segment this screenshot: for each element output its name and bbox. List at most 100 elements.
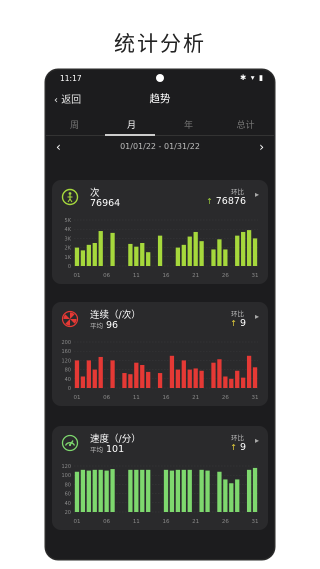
y-tick-label: 160 [61, 349, 71, 355]
x-tick-label: 06 [103, 273, 110, 279]
bar [98, 356, 103, 388]
bar [252, 467, 258, 512]
bar [187, 369, 192, 388]
bar [98, 231, 103, 266]
bar [217, 359, 222, 388]
bar [235, 235, 240, 266]
date-selector: ‹ 01/01/22 - 01/31/22 › [46, 136, 274, 158]
bar [205, 470, 210, 512]
bar [122, 373, 127, 388]
bar [86, 470, 91, 512]
bar [175, 469, 181, 512]
bar [241, 231, 246, 266]
y-tick-label: 5K [65, 218, 72, 224]
count-bar-chart: 5K 4K 3K 2K 1K 001 06 11 16 21 26 31 [65, 218, 259, 279]
bar [110, 469, 115, 512]
bar [128, 243, 133, 266]
status-time: 11:17 [60, 74, 82, 83]
bar [211, 249, 216, 266]
x-tick-label: 06 [103, 519, 110, 525]
bar [134, 246, 139, 266]
x-tick-label: 31 [252, 395, 259, 401]
bar [169, 470, 175, 512]
bar [193, 231, 198, 266]
bar [86, 360, 91, 388]
bar [86, 244, 91, 266]
phone-screen: 11:17 ✱ ▾ ▮ ‹ 返回 趋势 周 月 年 总计 ‹ 01/01/22 … [46, 70, 274, 559]
y-tick-label: 60 [65, 492, 71, 498]
y-tick-label: 80 [65, 482, 71, 488]
bar [193, 368, 198, 388]
next-period-button[interactable]: › [259, 140, 264, 154]
bar [217, 239, 222, 266]
bar [187, 469, 192, 512]
bar [140, 243, 145, 266]
bar [181, 469, 186, 512]
tab-week[interactable]: 周 [46, 110, 103, 136]
x-tick-label: 06 [103, 395, 110, 401]
speed-bar-chart: 120 100 80 60 40 2001 06 11 16 21 26 31 [61, 464, 259, 525]
bar [74, 360, 80, 388]
bar [134, 469, 139, 512]
bar [128, 374, 133, 388]
card-speed[interactable]: 速度（/分） 平均 101 环比 ↑ 9 ▸ 120 100 80 60 40 20 01 06 1… [52, 426, 268, 530]
y-tick-label: 3K [65, 236, 72, 242]
y-tick-label: 120 [61, 464, 71, 470]
tab-month[interactable]: 月 [103, 110, 160, 136]
x-tick-label: 16 [163, 519, 170, 525]
promo-title: 统计分析 [114, 32, 206, 56]
bar [211, 362, 216, 388]
bar [98, 469, 103, 512]
y-tick-label: 2K [65, 246, 72, 252]
x-tick-label: 26 [222, 519, 229, 525]
y-tick-label: 0 [68, 386, 71, 392]
bar [157, 373, 163, 388]
page-title: 趋势 [149, 93, 171, 105]
y-tick-label: 40 [65, 377, 71, 383]
date-range: 01/01/22 - 01/31/22 [120, 142, 200, 151]
y-tick-label: 0 [68, 264, 71, 270]
x-tick-label: 01 [73, 519, 80, 525]
bar [140, 469, 145, 512]
x-tick-label: 11 [133, 519, 140, 525]
bar [175, 247, 181, 266]
bar [175, 369, 181, 388]
bar [92, 369, 97, 388]
bar [229, 378, 234, 388]
bar [235, 479, 240, 512]
bar [241, 377, 246, 388]
x-tick-label: 21 [192, 519, 199, 525]
continuous-bar-chart: 200 160 120 80 40 001 06 11 16 21 26 31 [61, 340, 259, 401]
tab-total[interactable]: 总计 [217, 110, 274, 136]
y-tick-label: 120 [61, 358, 71, 364]
bar [74, 247, 80, 266]
bar [181, 360, 186, 388]
x-tick-label: 31 [252, 519, 259, 525]
tab-year[interactable]: 年 [160, 110, 217, 136]
y-tick-label: 20 [65, 510, 71, 516]
bar [246, 355, 252, 388]
y-tick-label: 1K [65, 255, 72, 261]
x-tick-label: 16 [163, 395, 170, 401]
card-count[interactable]: 次 76964 环比 ↑ 76876 ▸ 5K 4K 3K 2K 1K 0 01 06 11 16 2… [52, 180, 268, 284]
x-tick-label: 01 [73, 273, 80, 279]
bar [169, 355, 175, 388]
card-continuous[interactable]: 连续（/次） 平均 96 环比 ↑ 9 ▸ 200 160 120 80 40 0 01 06 11… [52, 302, 268, 406]
bar [199, 370, 204, 388]
bar [246, 469, 252, 512]
bar [146, 371, 151, 388]
bar [157, 235, 163, 266]
bar [92, 243, 97, 266]
bar [252, 238, 258, 266]
bar [246, 230, 252, 266]
bar [104, 470, 109, 512]
bar [80, 250, 86, 266]
x-tick-label: 26 [222, 273, 229, 279]
x-tick-label: 21 [192, 395, 199, 401]
bar [134, 362, 139, 388]
bar [140, 365, 145, 388]
y-tick-label: 100 [61, 473, 71, 479]
bar [199, 469, 204, 512]
bar [146, 252, 151, 266]
bar [128, 469, 133, 512]
